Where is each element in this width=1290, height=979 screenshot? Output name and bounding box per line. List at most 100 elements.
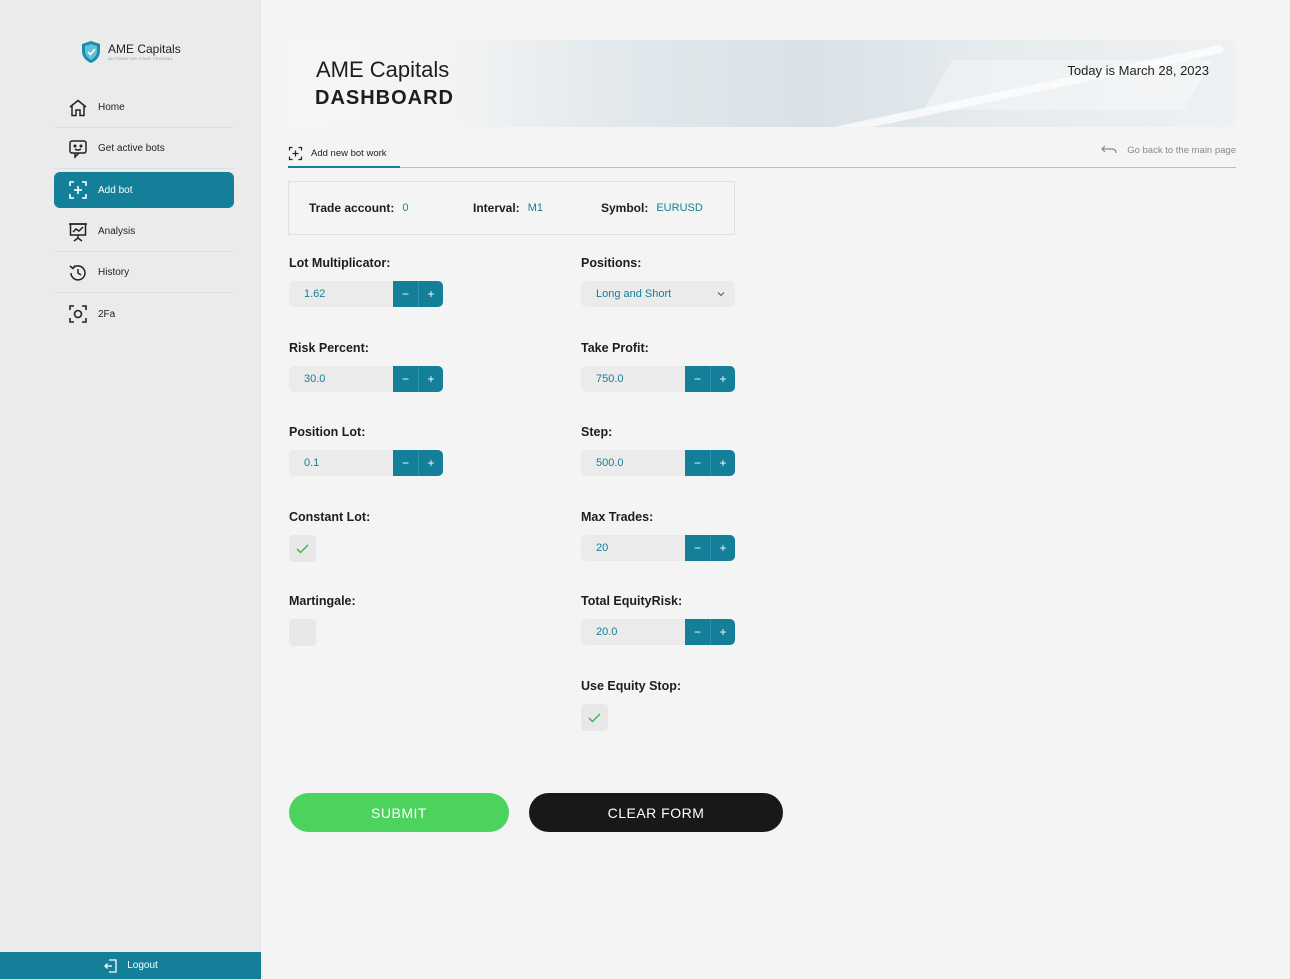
take-profit-stepper: 750.0 − + <box>581 366 736 392</box>
sidebar-item-history[interactable]: History <box>54 253 234 293</box>
take-profit-decrement-button[interactable]: − <box>685 366 710 392</box>
symbol-value: EURUSD <box>656 202 703 214</box>
chat-bot-icon <box>69 139 87 159</box>
take-profit-label: Take Profit: <box>581 341 649 355</box>
max-trades-decrement-button[interactable]: − <box>685 535 710 561</box>
lot-multiplicator-label: Lot Multiplicator: <box>289 256 391 270</box>
sidebar-nav: Home Get active bots Add bot Analysis Hi… <box>54 88 234 335</box>
bot-info-box: Trade account: 0 Interval: M1 Symbol: EU… <box>288 181 735 235</box>
total-equity-risk-increment-button[interactable]: + <box>710 619 735 645</box>
step-increment-button[interactable]: + <box>710 450 735 476</box>
clear-form-button[interactable]: CLEAR FORM <box>529 793 783 832</box>
tab-bar: Add new bot work Go back to the main pag… <box>288 140 1236 168</box>
tab-add-new-bot-work[interactable]: Add new bot work <box>288 140 400 168</box>
sidebar-item-label: Get active bots <box>98 143 165 154</box>
take-profit-increment-button[interactable]: + <box>710 366 735 392</box>
step-decrement-button[interactable]: − <box>685 450 710 476</box>
use-equity-stop-field: Use Equity Stop: <box>581 679 681 731</box>
sidebar-item-analysis[interactable]: Analysis <box>54 212 234 252</box>
total-equity-risk-decrement-button[interactable]: − <box>685 619 710 645</box>
lot-multiplicator-input[interactable]: 1.62 <box>289 281 393 307</box>
header-title: AME Capitals <box>316 57 450 82</box>
step-stepper: 500.0 − + <box>581 450 736 476</box>
position-lot-field: Position Lot: 0.1 − + <box>289 425 444 476</box>
position-lot-decrement-button[interactable]: − <box>393 450 418 476</box>
constant-lot-label: Constant Lot: <box>289 510 371 524</box>
sidebar-item-label: Add bot <box>98 184 133 196</box>
header-date: Today is March 28, 2023 <box>1067 63 1209 78</box>
martingale-label: Martingale: <box>289 594 356 608</box>
risk-percent-decrement-button[interactable]: − <box>393 366 418 392</box>
sidebar-item-home[interactable]: Home <box>54 88 234 128</box>
header-subtitle: DASHBOARD <box>315 87 454 109</box>
lot-multiplicator-stepper: 1.62 − + <box>289 281 444 307</box>
back-to-main-link[interactable]: Go back to the main page <box>1101 144 1236 156</box>
sidebar-item-label: Analysis <box>98 226 136 237</box>
use-equity-stop-label: Use Equity Stop: <box>581 679 682 693</box>
positions-select[interactable]: Long and Short <box>581 281 735 307</box>
scan-icon <box>69 305 87 323</box>
max-trades-label: Max Trades: <box>581 510 654 524</box>
interval-info: Interval: M1 <box>473 201 601 215</box>
risk-percent-input[interactable]: 30.0 <box>289 366 393 392</box>
sidebar-item-get-active-bots[interactable]: Get active bots <box>54 129 234 169</box>
logout-icon <box>104 958 117 973</box>
brand[interactable]: AME Capitals AUTOMATING YOUR TRADING <box>80 40 181 64</box>
use-equity-stop-checkbox[interactable] <box>581 704 608 731</box>
trade-account-label: Trade account: <box>309 201 395 215</box>
risk-percent-increment-button[interactable]: + <box>418 366 443 392</box>
lot-multiplicator-field: Lot Multiplicator: 1.62 − + <box>289 256 444 307</box>
positions-selected-value: Long and Short <box>596 288 672 300</box>
back-link-label: Go back to the main page <box>1127 144 1236 156</box>
trade-account-info: Trade account: 0 <box>309 201 473 215</box>
step-input[interactable]: 500.0 <box>581 450 685 476</box>
risk-percent-label: Risk Percent: <box>289 341 369 355</box>
lot-multiplicator-increment-button[interactable]: + <box>418 281 443 307</box>
total-equity-risk-field: Total EquityRisk: 20.0 − + <box>581 594 736 645</box>
take-profit-field: Take Profit: 750.0 − + <box>581 341 736 392</box>
sidebar-item-label: 2Fa <box>98 308 116 320</box>
dashboard-header: AME Capitals DASHBOARD Today is March 28… <box>288 40 1236 127</box>
submit-button[interactable]: SUBMIT <box>289 793 509 832</box>
position-lot-increment-button[interactable]: + <box>418 450 443 476</box>
take-profit-input[interactable]: 750.0 <box>581 366 685 392</box>
martingale-checkbox[interactable] <box>289 619 316 646</box>
symbol-info: Symbol: EURUSD <box>601 201 703 215</box>
constant-lot-checkbox[interactable] <box>289 535 316 562</box>
total-equity-risk-stepper: 20.0 − + <box>581 619 736 645</box>
brand-name: AME Capitals <box>108 42 181 56</box>
presentation-chart-icon <box>69 222 87 242</box>
martingale-field: Martingale: <box>289 594 356 646</box>
checkmark-icon <box>588 712 601 723</box>
sidebar-item-label: History <box>98 267 130 278</box>
sidebar: AME Capitals AUTOMATING YOUR TRADING Hom… <box>0 0 261 979</box>
trade-account-value: 0 <box>402 202 409 214</box>
positions-field: Positions: Long and Short <box>581 256 735 307</box>
sidebar-item-label: Home <box>98 102 125 113</box>
interval-value: M1 <box>527 202 543 214</box>
max-trades-increment-button[interactable]: + <box>710 535 735 561</box>
tab-label: Add new bot work <box>311 147 387 159</box>
lot-multiplicator-decrement-button[interactable]: − <box>393 281 418 307</box>
position-lot-label: Position Lot: <box>289 425 366 439</box>
max-trades-field: Max Trades: 20 − + <box>581 510 736 561</box>
max-trades-input[interactable]: 20 <box>581 535 685 561</box>
position-lot-input[interactable]: 0.1 <box>289 450 393 476</box>
step-label: Step: <box>581 425 613 439</box>
total-equity-risk-input[interactable]: 20.0 <box>581 619 685 645</box>
logout-label: Logout <box>127 960 158 971</box>
positions-label: Positions: <box>581 256 642 270</box>
logout-button[interactable]: Logout <box>0 952 261 979</box>
total-equity-risk-label: Total EquityRisk: <box>581 594 683 608</box>
sidebar-item-2fa[interactable]: 2Fa <box>54 294 234 334</box>
risk-percent-stepper: 30.0 − + <box>289 366 444 392</box>
risk-percent-field: Risk Percent: 30.0 − + <box>289 341 444 392</box>
position-lot-stepper: 0.1 − + <box>289 450 444 476</box>
interval-label: Interval: <box>473 201 520 215</box>
brand-tagline: AUTOMATING YOUR TRADING <box>108 56 173 61</box>
sidebar-item-add-bot[interactable]: Add bot <box>54 172 234 208</box>
home-icon <box>69 99 87 116</box>
add-frame-icon <box>69 181 87 199</box>
add-frame-icon <box>288 146 303 160</box>
max-trades-stepper: 20 − + <box>581 535 736 561</box>
